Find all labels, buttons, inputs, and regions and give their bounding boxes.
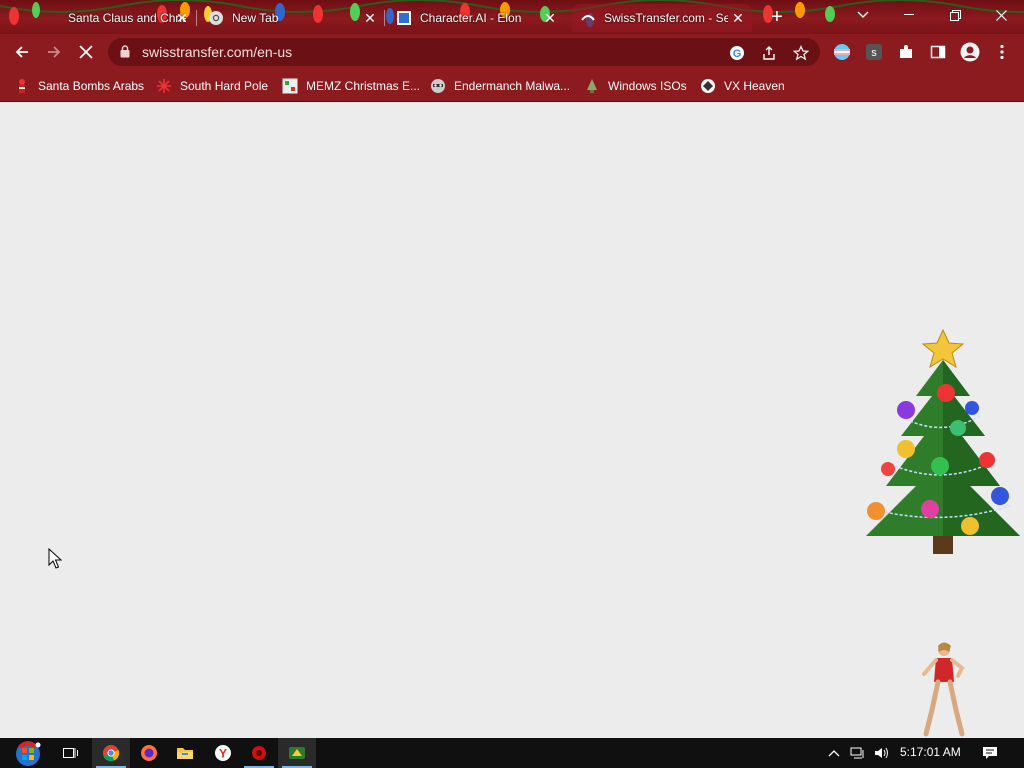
menu-kebab-icon[interactable] <box>992 42 1012 62</box>
file-explorer-icon <box>177 748 193 759</box>
bookmark-santa-bombs-arabs[interactable]: Santa Bombs Arabs <box>14 76 144 96</box>
chevron-down-icon <box>857 11 869 18</box>
taskbar-yandex[interactable]: Y <box>204 738 242 768</box>
tab-title: SwissTransfer.com - Se <box>604 11 728 25</box>
santa-icon <box>44 10 60 26</box>
bookmark-endermanch-malware[interactable]: Endermanch Malwa... <box>430 76 570 96</box>
tab-title: New Tab <box>232 11 279 25</box>
memz-icon <box>282 78 298 94</box>
profile-avatar-icon[interactable] <box>960 42 980 62</box>
tray-overflow-chevron-icon[interactable] <box>826 745 842 761</box>
tab-character-ai[interactable]: Character.AI - Elon ✕ <box>388 4 564 32</box>
yandex-icon: Y <box>215 745 231 761</box>
bookmarks-bar: Santa Bombs Arabs South Hard Pole MEMZ C… <box>0 70 1024 102</box>
chrome-icon <box>103 745 120 762</box>
volume-icon[interactable] <box>874 745 890 761</box>
lock-icon <box>120 45 130 61</box>
close-icon[interactable]: ✕ <box>362 10 378 26</box>
new-tab-button[interactable]: + <box>766 7 788 29</box>
snowflake-icon <box>156 78 172 94</box>
tab-strip: Santa Claus and Christ ✕ New Tab ✕ Chara… <box>0 0 1024 34</box>
network-icon[interactable] <box>850 745 866 761</box>
tab-title: Character.AI - Elon <box>420 11 522 25</box>
bookmark-label: MEMZ Christmas E... <box>306 79 421 93</box>
character-ai-icon <box>396 10 412 26</box>
bookmark-label: Santa Bombs Arabs <box>38 79 145 93</box>
tab-search-button[interactable] <box>840 0 886 30</box>
bookmark-windows-isos[interactable]: Windows ISOs <box>584 76 687 96</box>
taskbar-chrome[interactable] <box>92 738 130 768</box>
address-bar[interactable]: swisstransfer.com/en-us G <box>108 38 820 66</box>
stop-loading-button[interactable] <box>74 40 98 64</box>
bookmark-south-hard-pole[interactable]: South Hard Pole <box>156 76 268 96</box>
loading-icon <box>580 10 596 26</box>
bookmark-memz-christmas[interactable]: MEMZ Christmas E... <box>282 76 420 96</box>
mouse-cursor-icon <box>48 548 62 569</box>
tree-figure-icon <box>584 78 600 94</box>
close-icon[interactable]: ✕ <box>730 10 746 26</box>
start-button[interactable] <box>6 738 50 768</box>
green-app-icon <box>289 747 305 759</box>
santa-figure-icon <box>14 78 30 94</box>
stop-icon <box>79 45 93 59</box>
raccoon-icon <box>430 78 446 94</box>
start-orb-icon <box>16 741 41 766</box>
tab-swisstransfer[interactable]: SwissTransfer.com - Se ✕ <box>572 4 752 32</box>
taskbar-green-app[interactable] <box>278 738 316 768</box>
task-view-icon <box>63 748 78 758</box>
restore-button[interactable] <box>932 0 978 30</box>
vx-heaven-icon <box>700 78 716 94</box>
close-icon[interactable]: ✕ <box>174 10 190 26</box>
taskbar-clock[interactable]: 5:17:01 AM <box>900 745 961 759</box>
windows-taskbar: Y 5:17:01 AM <box>0 738 1024 768</box>
close-window-button[interactable] <box>978 0 1024 30</box>
side-panel-icon[interactable] <box>928 42 948 62</box>
tab-separator <box>384 10 385 26</box>
chrome-icon <box>208 10 224 26</box>
share-icon[interactable] <box>760 44 778 62</box>
tab-separator <box>196 10 197 26</box>
tab-santa-claus[interactable]: Santa Claus and Christ ✕ <box>36 4 196 32</box>
svg-text:Y: Y <box>219 747 227 761</box>
dancer-figure-decoration <box>922 642 965 737</box>
back-arrow-icon <box>15 46 28 58</box>
url-text: swisstransfer.com/en-us <box>142 44 293 60</box>
taskbar-firefox[interactable] <box>130 738 168 768</box>
minimize-icon <box>904 14 914 15</box>
bookmark-vx-heaven[interactable]: VX Heaven <box>700 76 785 96</box>
close-icon[interactable]: ✕ <box>542 10 558 26</box>
google-icon[interactable]: G <box>728 44 746 62</box>
bookmark-label: South Hard Pole <box>180 79 269 93</box>
minimize-button[interactable] <box>886 0 932 30</box>
extension-flag-icon[interactable] <box>832 42 852 62</box>
taskbar-file-explorer[interactable] <box>166 738 204 768</box>
bookmark-star-icon[interactable] <box>792 44 810 62</box>
bookmark-label: VX Heaven <box>724 79 785 93</box>
firefox-icon <box>141 745 157 761</box>
extensions-puzzle-icon[interactable] <box>896 42 916 62</box>
bookmark-label: Windows ISOs <box>608 79 687 93</box>
svg-text:G: G <box>733 48 742 60</box>
tab-new-tab[interactable]: New Tab ✕ <box>200 4 384 32</box>
task-view-button[interactable] <box>52 738 90 768</box>
extension-s-icon[interactable]: s <box>864 42 884 62</box>
tab-title: Santa Claus and Christ <box>68 11 186 25</box>
bookmark-label: Endermanch Malwa... <box>454 79 571 93</box>
back-button[interactable] <box>10 40 34 64</box>
notifications-icon[interactable] <box>982 745 998 761</box>
red-app-icon <box>252 746 266 760</box>
close-icon <box>995 9 1007 21</box>
christmas-tree-decoration <box>866 328 1020 554</box>
svg-text:s: s <box>871 47 877 59</box>
forward-arrow-icon <box>48 46 61 58</box>
restore-icon <box>949 9 961 21</box>
browser-toolbar: swisstransfer.com/en-us G s <box>0 34 1024 70</box>
taskbar-red-app[interactable] <box>240 738 278 768</box>
forward-button[interactable] <box>42 40 66 64</box>
